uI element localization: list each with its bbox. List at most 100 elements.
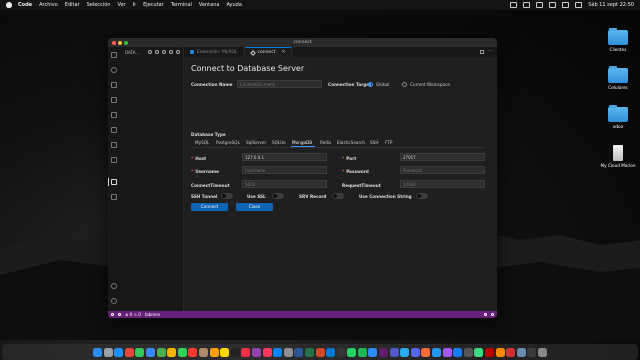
db-tab-postgresql[interactable]: PostgreSQL — [216, 140, 240, 145]
dock-settings-icon[interactable] — [283, 348, 293, 357]
desktop-folder-odoo[interactable]: odoo — [598, 105, 638, 129]
dock-activity-monitor-icon[interactable] — [527, 348, 537, 357]
control-center-icon[interactable] — [575, 2, 583, 8]
menu-ventana[interactable]: Ventana — [199, 2, 220, 8]
menu-terminal[interactable]: Terminal — [171, 2, 192, 8]
run-debug-icon[interactable] — [111, 97, 117, 103]
close-tab-icon[interactable]: ✕ — [281, 50, 285, 55]
dock-transmission-icon[interactable] — [506, 348, 516, 357]
menu-ejecutar[interactable]: Ejecutar — [143, 2, 164, 8]
dock-powerpoint-icon[interactable] — [315, 348, 325, 357]
connect-timeout-input[interactable] — [242, 180, 327, 188]
source-control-icon[interactable] — [111, 82, 117, 88]
srv-record-toggle[interactable] — [332, 193, 344, 199]
dock-mail-icon[interactable] — [146, 348, 155, 357]
add-icon[interactable] — [176, 50, 180, 54]
status-item-icon[interactable] — [523, 2, 531, 8]
search-icon[interactable] — [111, 67, 117, 73]
dock-postman-icon[interactable] — [421, 348, 431, 357]
dock-podcasts-icon[interactable] — [251, 348, 261, 357]
dock-xcode-icon[interactable] — [453, 348, 463, 357]
zoom-window-button[interactable] — [124, 40, 128, 45]
db-tab-redis[interactable]: Redis — [320, 140, 331, 145]
menu-app-name[interactable]: Code — [18, 2, 32, 8]
menu-ver[interactable]: Ver — [117, 2, 125, 8]
dock-finder-icon[interactable] — [93, 348, 103, 357]
use-connection-string-toggle[interactable] — [416, 193, 428, 199]
password-input[interactable] — [400, 166, 485, 174]
dock-messages-icon[interactable] — [135, 348, 145, 357]
tab-connect[interactable]: connect ✕ — [244, 47, 293, 57]
undo-icon[interactable] — [162, 50, 166, 54]
battery-icon[interactable] — [536, 2, 544, 8]
dock-news-icon[interactable] — [262, 348, 272, 357]
account-icon[interactable] — [111, 283, 117, 289]
testing-icon[interactable] — [111, 142, 117, 148]
dock-contacts-icon[interactable] — [198, 348, 208, 357]
close-button[interactable]: Close — [236, 203, 273, 211]
db-tab-mysql[interactable]: MySQL — [195, 140, 209, 145]
dock-calendar-icon[interactable] — [188, 348, 198, 357]
tab-extension-mysql[interactable]: Extensión: MySQL — [184, 47, 245, 57]
dock-figma-icon[interactable] — [442, 348, 452, 357]
wifi-icon[interactable] — [549, 2, 557, 8]
problems-counter[interactable]: ⊗ 0 ⚠ 0 — [125, 312, 141, 317]
tabnine-status[interactable]: tabnine — [145, 312, 160, 317]
remote-icon[interactable] — [111, 313, 114, 316]
dock-tv-icon[interactable] — [230, 348, 240, 357]
sync-icon[interactable] — [118, 313, 121, 316]
minimize-window-button[interactable] — [118, 40, 122, 45]
dock-discord-icon[interactable] — [410, 348, 420, 357]
db-tab-ssh[interactable]: SSH — [370, 140, 378, 145]
db-tab-sqlite[interactable]: SQLite — [272, 140, 286, 145]
ssh-tunnel-toggle[interactable] — [221, 193, 233, 199]
docker-icon[interactable] — [111, 157, 117, 163]
menu-ayuda[interactable]: Ayuda — [226, 2, 241, 8]
dock-maps-icon[interactable] — [156, 348, 166, 357]
dock-preview-icon[interactable] — [516, 348, 526, 357]
db-tab-mongodb[interactable]: MongoDB — [292, 140, 312, 145]
database-icon[interactable] — [111, 179, 117, 185]
dock-simulator-icon[interactable] — [463, 348, 473, 357]
menu-editar[interactable]: Editar — [65, 2, 80, 8]
menu-archivo[interactable]: Archivo — [39, 2, 58, 8]
more-actions-icon[interactable]: ··· — [488, 49, 493, 54]
target-global-radio[interactable] — [368, 82, 373, 87]
dock-vscode-icon[interactable] — [326, 348, 336, 357]
connect-button[interactable]: Connect — [191, 203, 228, 211]
desktop-folder-celulares[interactable]: Celulares — [598, 66, 638, 90]
settings-gear-icon[interactable] — [111, 298, 117, 304]
dock-android-studio-icon[interactable] — [474, 348, 484, 357]
dock-spotify-icon[interactable] — [357, 348, 367, 357]
status-item-icon[interactable] — [510, 2, 518, 8]
target-workspace-radio[interactable] — [402, 82, 407, 87]
dock-vlc-icon[interactable] — [495, 348, 505, 357]
dock-safari-icon[interactable] — [114, 348, 124, 357]
extensions-icon[interactable] — [111, 127, 117, 133]
dock-chrome-icon[interactable] — [124, 348, 134, 357]
dock-word-icon[interactable] — [294, 348, 304, 357]
dock-photos-icon[interactable] — [167, 348, 177, 357]
dock-excel-icon[interactable] — [304, 348, 314, 357]
menu-seleccion[interactable]: Selección — [87, 2, 111, 8]
use-ssl-toggle[interactable] — [272, 193, 284, 199]
menu-ir[interactable]: Ir — [133, 2, 137, 8]
dock-trash-icon[interactable] — [537, 348, 547, 357]
notifications-bell-icon[interactable] — [491, 313, 494, 316]
dock-zoom-icon[interactable] — [368, 348, 378, 357]
dock-appstore-icon[interactable] — [273, 348, 283, 357]
dock-notes-icon[interactable] — [220, 348, 230, 357]
dock-docker-icon[interactable] — [432, 348, 442, 357]
dock-reminders-icon[interactable] — [209, 348, 219, 357]
request-timeout-input[interactable] — [400, 180, 485, 188]
refresh-icon[interactable] — [169, 50, 173, 54]
dock-slack-icon[interactable] — [379, 348, 389, 357]
dock-filezilla-icon[interactable] — [485, 348, 494, 357]
dock-whatsapp-icon[interactable] — [347, 348, 357, 357]
dock-terminal-icon[interactable] — [336, 348, 346, 357]
dock-teams-icon[interactable] — [389, 348, 399, 357]
db-tab-ftp[interactable]: FTP — [385, 140, 392, 145]
connection-name-input[interactable] — [237, 80, 322, 88]
db-tab-sqlserver[interactable]: SqlServer — [246, 140, 266, 145]
desktop-drive-my-cloud[interactable]: My Cloud Marlon — [598, 145, 638, 168]
